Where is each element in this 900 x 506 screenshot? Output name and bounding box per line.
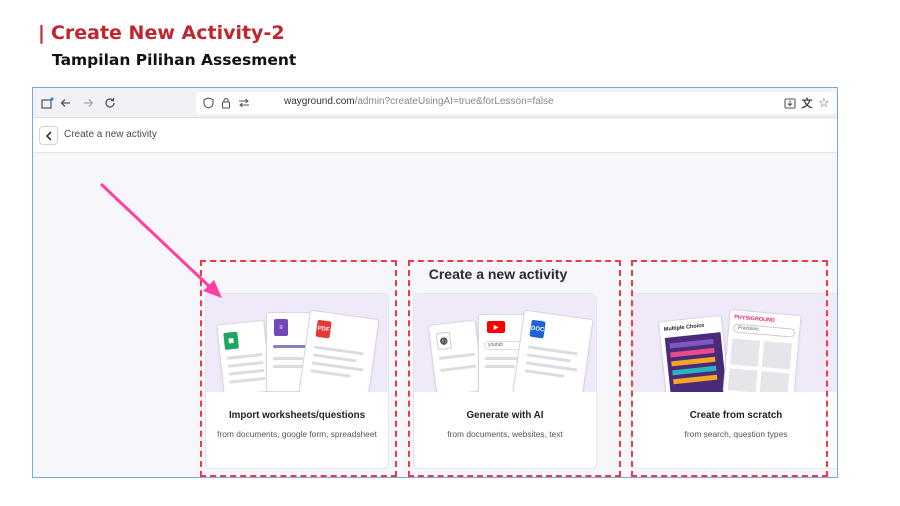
header-title: Create a new activity (64, 129, 157, 140)
slide-subtitle: Tampilan Pilihan Assesment (52, 51, 297, 69)
shield-icon[interactable] (200, 95, 216, 111)
permissions-icon[interactable] (236, 95, 252, 111)
lock-icon[interactable] (218, 95, 234, 111)
slide-title-text: Create New Activity-2 (50, 22, 285, 44)
browser-toolbar: wayground.com/admin?createUsingAI=true&f… (33, 88, 837, 118)
new-tab-icon[interactable] (39, 95, 55, 111)
url-bar[interactable]: wayground.com/admin?createUsingAI=true&f… (196, 92, 836, 114)
url-path: /admin?createUsingAI=true&forLesson=fals… (354, 96, 554, 107)
highlight-box-import (200, 260, 397, 477)
reload-icon[interactable] (102, 95, 118, 111)
url-text[interactable]: wayground.com/admin?createUsingAI=true&f… (284, 96, 554, 107)
translate-icon[interactable]: 文 (799, 95, 815, 111)
app-header: Create a new activity (33, 119, 837, 153)
download-icon[interactable] (782, 95, 798, 111)
highlight-box-scratch (631, 260, 828, 477)
title-accent-bar: | (38, 22, 45, 44)
slide-title: | Create New Activity-2 (38, 22, 285, 44)
presentation-slide: | Create New Activity-2 Tampilan Pilihan … (0, 0, 900, 506)
url-host: wayground.com (284, 96, 355, 107)
chevron-left-icon (45, 130, 52, 141)
forward-arrow-icon[interactable] (80, 95, 96, 111)
highlight-box-generate-ai (408, 260, 621, 477)
star-icon[interactable]: ☆ (816, 95, 832, 111)
back-arrow-icon[interactable] (58, 95, 74, 111)
back-button[interactable] (39, 126, 58, 145)
